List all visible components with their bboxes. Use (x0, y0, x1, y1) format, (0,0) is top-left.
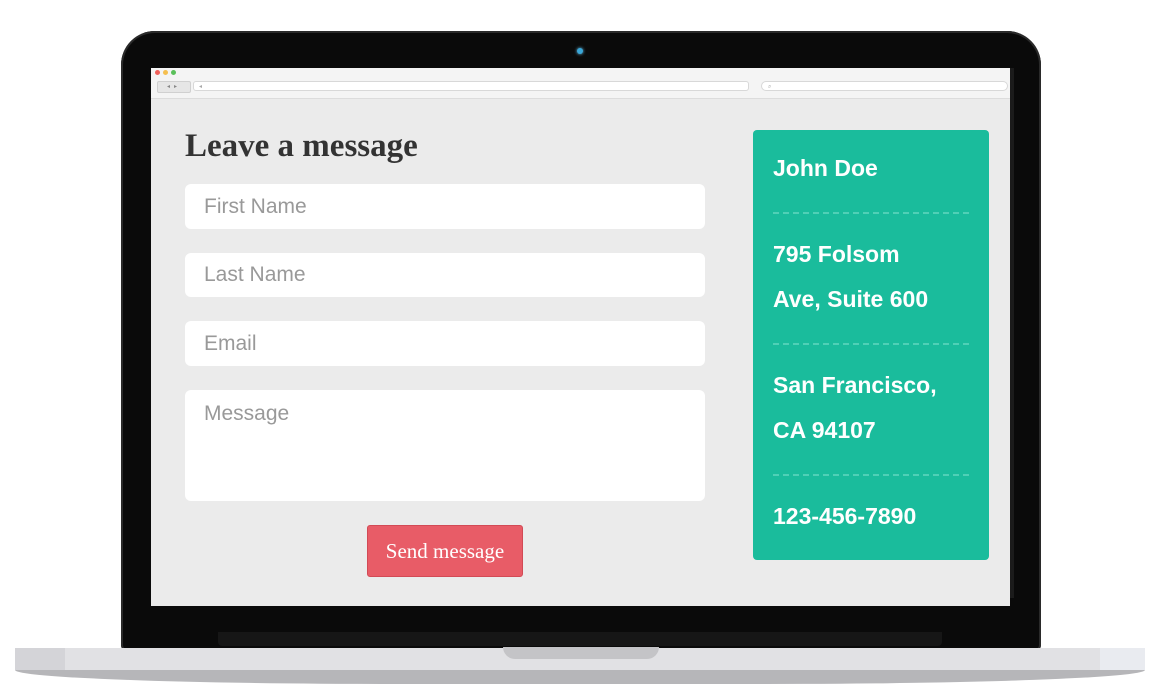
camera-icon (577, 48, 583, 54)
browser-toolbar: ◂▸ ◂ ⌕ (151, 68, 1010, 99)
contact-address-line1: 795 Folsom (773, 241, 900, 267)
page-title: Leave a message (185, 128, 418, 164)
laptop-base-edge (1100, 648, 1145, 670)
contact-name: John Doe (773, 155, 878, 181)
contact-divider (773, 343, 969, 345)
contact-phone: 123-456-7890 (773, 503, 917, 529)
contact-card: John Doe 795 Folsom Ave, Suite 600 San F… (753, 130, 989, 560)
laptop-opening-notch (503, 647, 659, 659)
laptop-screen: ◂▸ ◂ ⌕ Leave a message Send message John… (151, 68, 1010, 606)
close-window-icon[interactable] (155, 70, 160, 75)
email-input[interactable] (185, 321, 705, 366)
minimize-window-icon[interactable] (163, 70, 168, 75)
send-message-button[interactable]: Send message (367, 525, 523, 577)
contact-divider (773, 474, 969, 476)
contact-address-line2: Ave, Suite 600 (773, 286, 929, 312)
screen-bezel-edge (1010, 68, 1014, 598)
window-controls (155, 70, 176, 75)
first-name-input[interactable] (185, 184, 705, 229)
contact-city-line1: San Francisco, (773, 372, 937, 398)
maximize-window-icon[interactable] (171, 70, 176, 75)
contact-divider (773, 212, 969, 214)
laptop-base-bottom (15, 670, 1145, 684)
browser-search-bar[interactable]: ⌕ (761, 81, 1008, 91)
last-name-input[interactable] (185, 253, 705, 297)
contact-city-line2: CA 94107 (773, 417, 876, 443)
laptop-hinge (218, 632, 942, 646)
address-bar[interactable]: ◂ (193, 81, 749, 91)
message-textarea[interactable] (185, 390, 705, 501)
back-forward-icon[interactable]: ◂▸ (157, 81, 191, 93)
